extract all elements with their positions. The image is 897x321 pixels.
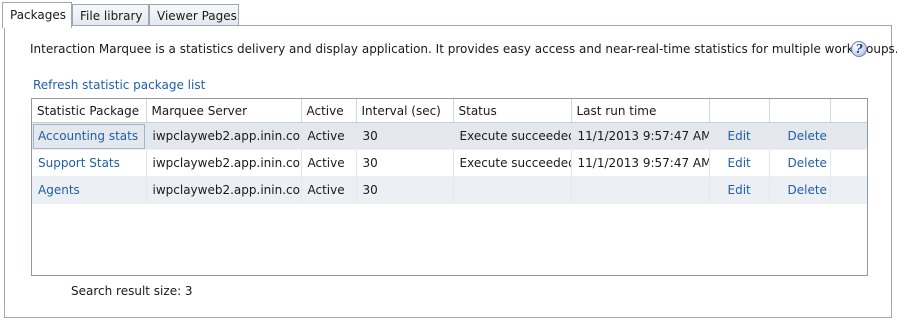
- package-name-link[interactable]: Support Stats: [32, 149, 147, 177]
- packages-grid: Statistic Package Marquee Server Active …: [31, 98, 868, 276]
- status-cell: [453, 176, 572, 204]
- last-run-time-cell: 11/1/2013 9:57:47 AM: [571, 122, 710, 150]
- delete-link[interactable]: Delete: [769, 122, 831, 150]
- package-name-link[interactable]: Accounting stats: [32, 122, 147, 150]
- active-cell: Active: [301, 176, 357, 204]
- last-run-time-cell: [571, 176, 710, 204]
- packages-panel: Interaction Marquee is a statistics deli…: [4, 25, 897, 318]
- marquee-server-cell: iwpclayweb2.app.inin.com: [146, 122, 302, 150]
- active-cell: Active: [301, 122, 357, 150]
- tab-viewer-pages[interactable]: Viewer Pages: [149, 4, 239, 26]
- marquee-server-cell: iwpclayweb2.app.inin.com: [146, 176, 302, 204]
- grid-header-row: Statistic Package Marquee Server Active …: [32, 99, 867, 123]
- search-result-size: Search result size: 3: [71, 284, 193, 298]
- interval-cell: 30: [356, 149, 454, 177]
- marquee-server-cell: iwpclayweb2.app.inin.com: [146, 149, 302, 177]
- status-cell: Execute succeeded.: [453, 122, 572, 150]
- interval-cell: 30: [356, 122, 454, 150]
- column-header-active[interactable]: Active: [301, 99, 357, 123]
- refresh-package-list-link[interactable]: Refresh statistic package list: [33, 78, 205, 92]
- edit-link[interactable]: Edit: [709, 176, 770, 204]
- table-row[interactable]: Accounting stats iwpclayweb2.app.inin.co…: [32, 122, 867, 150]
- active-cell: Active: [301, 149, 357, 177]
- tab-file-library[interactable]: File library: [72, 4, 149, 26]
- column-header-marquee-server[interactable]: Marquee Server: [146, 99, 302, 123]
- spacer-cell: [830, 149, 867, 177]
- tab-packages[interactable]: Packages: [2, 2, 72, 28]
- column-header-edit: [709, 99, 770, 123]
- edit-link[interactable]: Edit: [709, 122, 770, 150]
- delete-link[interactable]: Delete: [769, 149, 831, 177]
- package-name-link[interactable]: Agents: [32, 176, 147, 204]
- table-row[interactable]: Support Stats iwpclayweb2.app.inin.com A…: [32, 149, 867, 177]
- help-icon[interactable]: ?: [851, 41, 867, 57]
- spacer-cell: [830, 122, 867, 150]
- column-header-last-run-time[interactable]: Last run time: [571, 99, 710, 123]
- column-header-spacer: [830, 99, 867, 123]
- column-header-statistic-package[interactable]: Statistic Package: [32, 99, 147, 123]
- spacer-cell: [830, 176, 867, 204]
- status-cell: Execute succeeded.: [453, 149, 572, 177]
- last-run-time-cell: 11/1/2013 9:57:47 AM: [571, 149, 710, 177]
- interval-cell: 30: [356, 176, 454, 204]
- table-row[interactable]: Agents iwpclayweb2.app.inin.com Active 3…: [32, 176, 867, 204]
- column-header-interval[interactable]: Interval (sec): [356, 99, 454, 123]
- delete-link[interactable]: Delete: [769, 176, 831, 204]
- column-header-status[interactable]: Status: [453, 99, 572, 123]
- edit-link[interactable]: Edit: [709, 149, 770, 177]
- column-header-delete: [769, 99, 831, 123]
- description-text: Interaction Marquee is a statistics deli…: [30, 42, 897, 56]
